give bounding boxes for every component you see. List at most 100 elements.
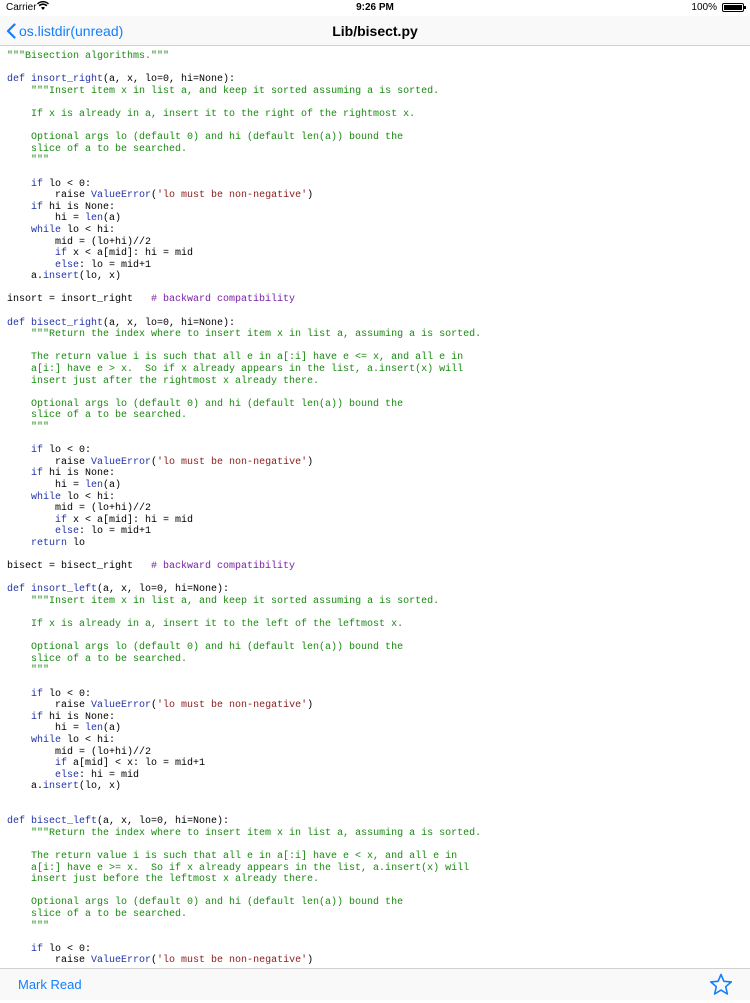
code-line: while lo < hi: [7,492,750,504]
code-token: (a) [103,723,122,735]
code-token: if [55,248,68,260]
code-line: mid = (lo+hi)//2 [7,237,750,249]
page-title: Lib/bisect.py [332,23,418,39]
code-line: slice of a to be searched. [7,144,750,156]
code-line: """Bisection algorithms.""" [7,51,750,63]
code-line: Optional args lo (default 0) and hi (def… [7,399,750,411]
code-token: lo < 0: [43,688,92,700]
code-token: if [31,445,44,457]
code-token: insort_left [31,584,98,596]
code-line: a[i:] have e >= x. So if x already appea… [7,863,750,875]
code-line: def insort_left(a, x, lo=0, hi=None): [7,584,750,596]
code-token: len [85,723,104,735]
code-line: if hi is None: [7,712,750,724]
code-token: : lo = mid+1 [79,526,152,538]
code-line: hi = len(a) [7,480,750,492]
code-token: """Bisection algorithms.""" [7,51,170,62]
code-token: def [7,816,32,828]
code-token: The return value i is such that all e in… [7,850,458,862]
code-token: """Insert item x in list a, and keep it … [31,595,440,607]
mark-read-button[interactable]: Mark Read [18,977,82,992]
code-token: ) [307,456,314,468]
code-line: else: lo = mid+1 [7,260,750,272]
code-line: raise ValueError('lo must be non-negativ… [7,955,750,967]
code-token: # backward compatibility [151,561,296,573]
code-line: if lo < 0: [7,179,750,191]
code-line: def bisect_left(a, x, lo=0, hi=None): [7,816,750,828]
code-line: else: lo = mid+1 [7,526,750,538]
code-token: lo < hi: [61,735,116,747]
code-token: insort = insort_right [7,294,152,306]
code-token: ) [307,955,314,967]
code-line: hi = len(a) [7,213,750,225]
code-token: len [85,479,104,491]
code-token: a[i:] have e >= x. So if x already appea… [7,862,470,874]
code-token: hi = [7,213,86,225]
code-line: The return value i is such that all e in… [7,352,750,364]
code-line: while lo < hi: [7,735,750,747]
battery-percent: 100% [691,2,717,13]
status-time: 9:26 PM [356,2,394,13]
code-token: len [85,213,104,225]
code-token: (lo, x) [79,271,122,283]
status-bar: Carrier 9:26 PM 100% [0,0,750,16]
code-token: ) [307,190,314,202]
code-line: if lo < 0: [7,944,750,956]
code-line: a[i:] have e > x. So if x already appear… [7,364,750,376]
code-line: """ [7,665,750,677]
code-line: """Insert item x in list a, and keep it … [7,596,750,608]
code-line: if hi is None: [7,468,750,480]
code-token: """Insert item x in list a, and keep it … [31,85,440,97]
code-line: if lo < 0: [7,689,750,701]
code-view[interactable]: """Bisection algorithms.""" def insort_r… [0,46,750,968]
code-line: insort = insort_right # backward compati… [7,294,750,306]
code-token: else [55,526,80,538]
code-line: def bisect_right(a, x, lo=0, hi=None): [7,318,750,330]
code-line: """Return the index where to insert item… [7,828,750,840]
code-token: mid = (lo+hi)//2 [7,746,152,758]
code-line: mid = (lo+hi)//2 [7,747,750,759]
code-token: (a) [103,479,122,491]
code-token: insert [43,781,80,793]
code-token: a[mid] < x: lo = mid+1 [67,758,206,770]
code-token: slice of a to be searched. [7,410,188,422]
code-line: if x < a[mid]: hi = mid [7,248,750,260]
code-token: hi is None: [43,468,116,480]
code-token: 'lo must be non-negative' [157,955,308,967]
code-token: 'lo must be non-negative' [157,456,308,468]
code-token: hi = [7,479,86,491]
code-token: x < a[mid]: hi = mid [67,248,194,260]
code-token: return [31,537,68,549]
code-token: """ [7,920,50,932]
star-icon[interactable] [708,972,734,1003]
code-line: slice of a to be searched. [7,410,750,422]
code-line: The return value i is such that all e in… [7,851,750,863]
code-token: (a, x, lo=0, hi=None): [103,317,236,329]
code-token: lo < hi: [61,224,116,236]
code-token: If x is already in a, insert it to the r… [7,108,416,120]
code-token: 'lo must be non-negative' [157,700,308,712]
code-token: hi = [7,723,86,735]
code-token: if [31,688,44,700]
